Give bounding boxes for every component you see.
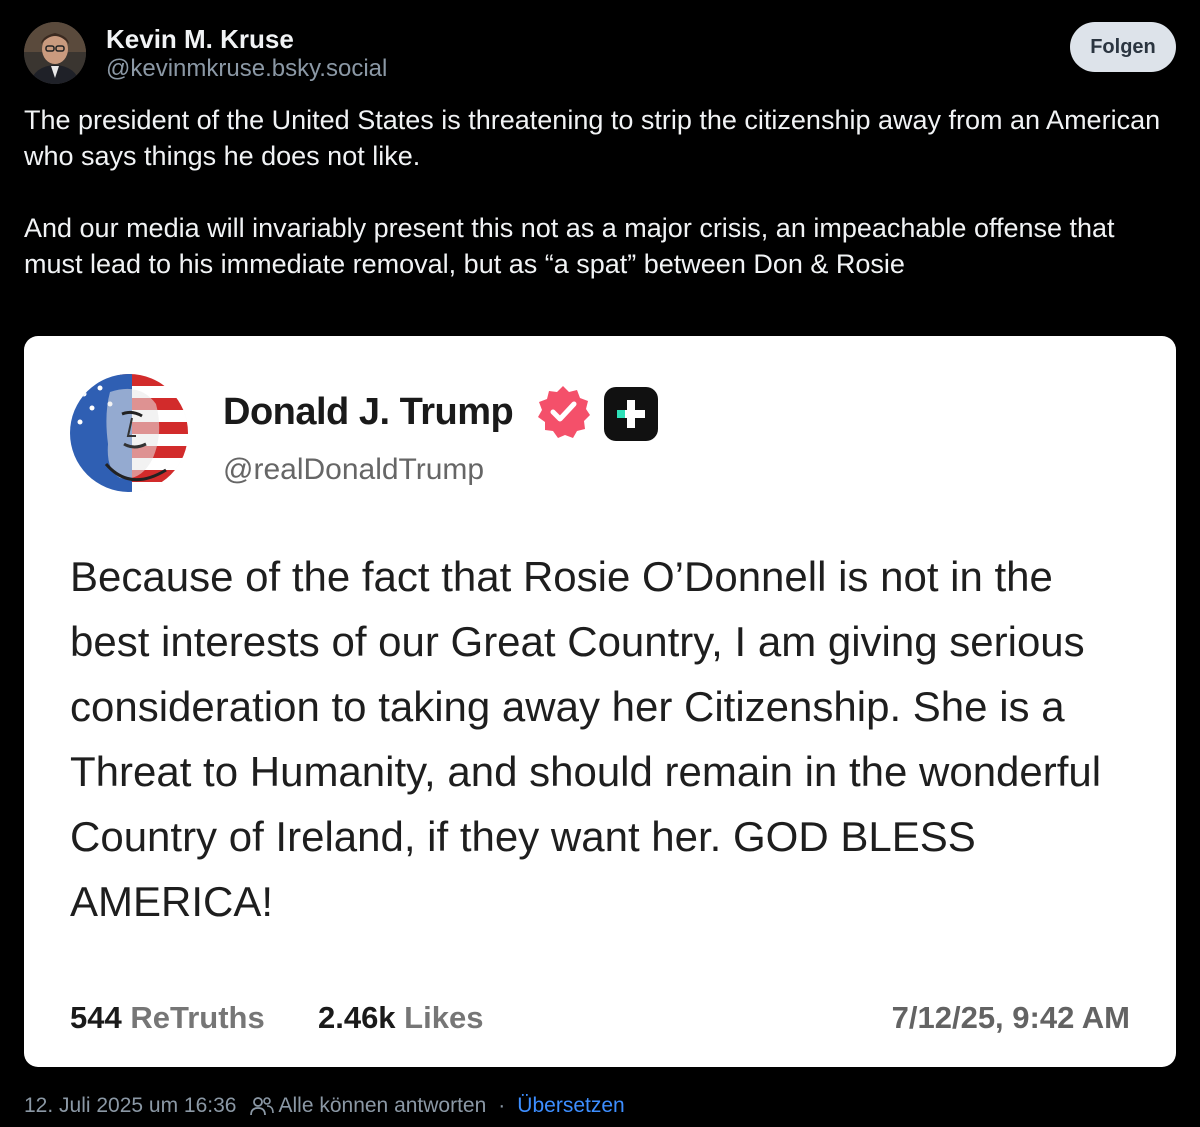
likes-count: 2.46k <box>317 1000 396 1035</box>
post-timestamp[interactable]: 12. Juli 2025 um 16:36 <box>24 1094 236 1118</box>
author-avatar[interactable] <box>24 22 86 84</box>
separator-dot: · <box>498 1094 506 1117</box>
embed-avatar <box>70 374 188 492</box>
reply-setting[interactable]: Alle können antworten <box>278 1094 486 1118</box>
embedded-image[interactable]: Donald J. Trump @realDonaldTrump Because… <box>24 336 1176 1067</box>
post-header: Kevin M. Kruse @kevinmkruse.bsky.social … <box>24 22 1176 84</box>
follow-button[interactable]: Folgen <box>1070 22 1176 72</box>
retruths-count: 544 <box>70 1000 122 1035</box>
embed-date: 7/12/25, 9:42 AM <box>891 1000 1130 1035</box>
post-footer: 12. Juli 2025 um 16:36 Alle können antwo… <box>24 1094 625 1118</box>
embed-author-handle: @realDonaldTrump <box>223 453 485 486</box>
embed-author-name: Donald J. Trump <box>223 391 514 433</box>
embed-stats: 544 ReTruths 2.46k Likes <box>70 1000 483 1036</box>
translate-link[interactable]: Übersetzen <box>517 1094 624 1118</box>
author-name[interactable]: Kevin M. Kruse <box>106 24 294 55</box>
embed-post-body: Because of the fact that Rosie O’Donnell… <box>70 553 1102 925</box>
post-paragraph: The president of the United States is th… <box>24 105 1161 171</box>
likes-label: Likes <box>404 1000 484 1035</box>
plus-icon <box>604 387 658 441</box>
retruths-label: ReTruths <box>130 1000 265 1035</box>
verified-badge-icon <box>536 384 590 438</box>
author-handle[interactable]: @kevinmkruse.bsky.social <box>106 55 387 83</box>
post-body: The president of the United States is th… <box>24 102 1174 318</box>
post-paragraph: And our media will invariably present th… <box>24 213 1115 279</box>
people-icon <box>250 1095 275 1117</box>
